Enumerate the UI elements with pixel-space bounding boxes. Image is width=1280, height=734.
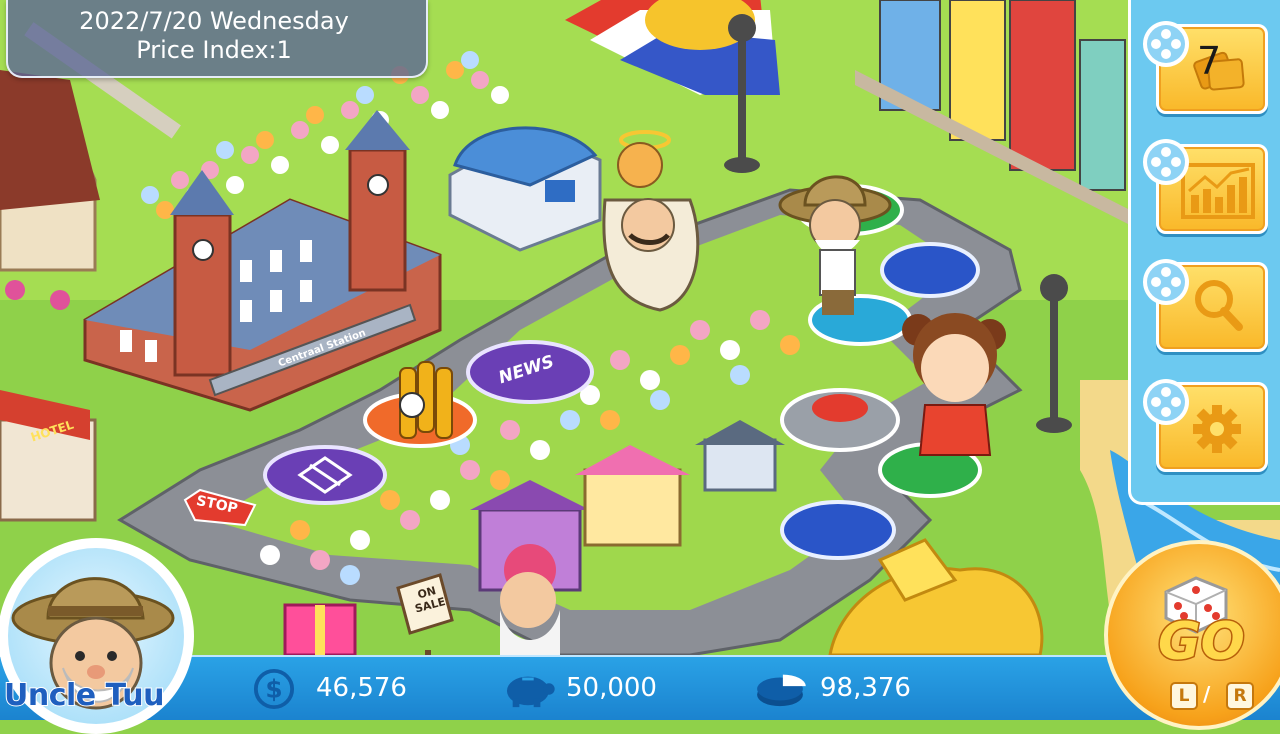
savings-value: 50,000 [566, 673, 657, 703]
gem-icon [1143, 259, 1189, 305]
right-key-hint: R [1226, 682, 1254, 710]
go-label: GO [1157, 611, 1247, 674]
hotel [0, 390, 97, 522]
gem-icon [1143, 379, 1189, 425]
price-index-label: Price Index:1 [136, 36, 292, 64]
left-key-hint: L [1170, 682, 1198, 710]
assets-value: 98,376 [820, 673, 911, 703]
game-board [0, 0, 1280, 720]
key-separator: / [1203, 682, 1211, 706]
piggy-bank-icon [506, 676, 555, 708]
dollar-icon: $ [253, 668, 295, 710]
date-label: 2022/7/20 Wednesday [79, 7, 349, 35]
date-info-panel: 2022/7/20 Wednesday Price Index:1 [6, 0, 428, 78]
gift-box [283, 603, 357, 657]
svg-text:$: $ [265, 675, 282, 704]
cash-value: 46,576 [316, 673, 407, 703]
assets-pie-icon [757, 674, 806, 707]
gem-icon [1143, 21, 1189, 67]
cards-count: 7 [1197, 39, 1222, 83]
gem-icon [1143, 139, 1189, 185]
player-name: Uncle Tuu [3, 677, 165, 714]
bomb-item [399, 361, 453, 439]
